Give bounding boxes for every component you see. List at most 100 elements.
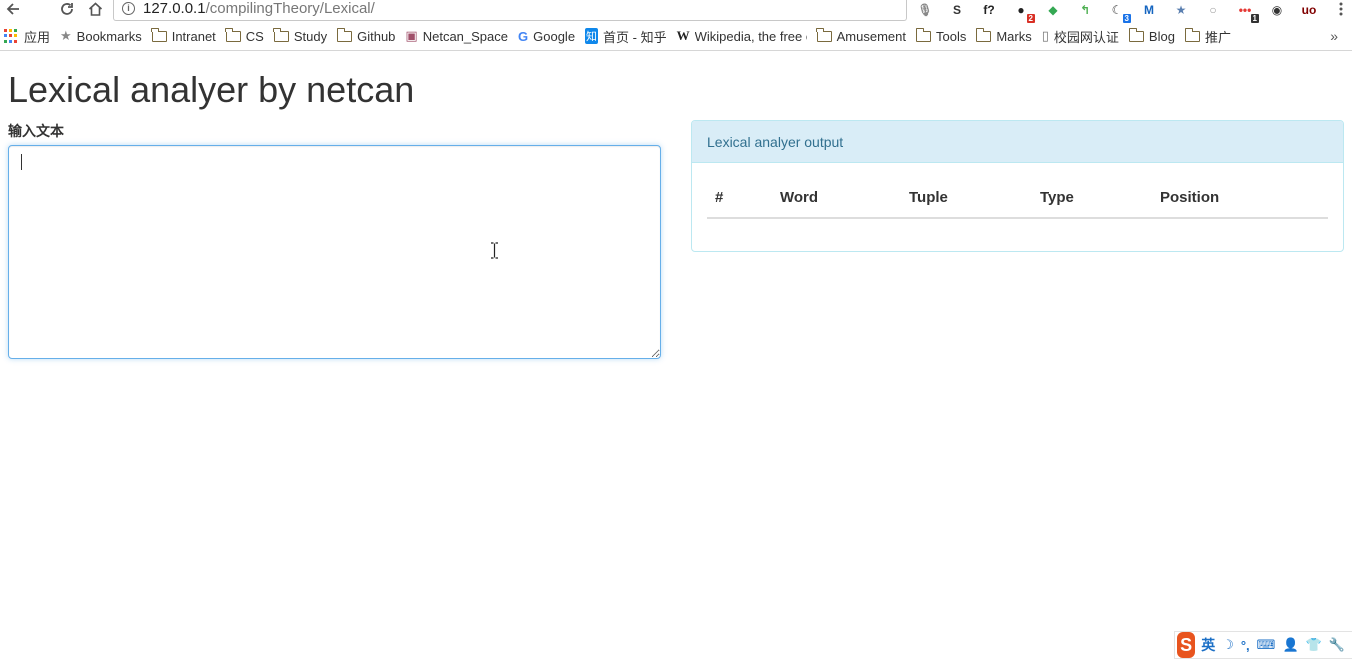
output-panel-body: # Word Tuple Type Position: [692, 163, 1343, 234]
bookmark-item[interactable]: 推广: [1184, 27, 1231, 46]
home-icon[interactable]: [85, 0, 105, 18]
bookmark-label: Amusement: [836, 28, 906, 44]
output-table-header: # Word Tuple Type Position: [707, 178, 1328, 219]
ibeam-cursor-icon: [491, 242, 498, 259]
bookmark-label: Github: [357, 28, 396, 44]
ublock-icon-glyph: uo: [1301, 3, 1317, 17]
folder-icon: [1184, 27, 1200, 42]
extension-icons: 🎙 Sf? ● 2 ◆ ↰ ☾ 3 M ★ ○ ••• 1 ◉ uo: [916, 0, 1332, 23]
google-icon: G: [518, 28, 529, 44]
circle-extension-icon[interactable]: ○: [1204, 2, 1222, 18]
bookmark-label: 首页 - 知乎: [603, 29, 667, 45]
ublock-icon[interactable]: uo: [1300, 2, 1318, 18]
browser-chrome: i 127.0.0.1/compilingTheory/Lexical/ 🎙 Sf…: [0, 0, 1352, 51]
extension-badge: 3: [1122, 14, 1131, 23]
output-panel: Lexical analyer output # Word Tuple Type Pos…: [691, 120, 1344, 252]
address-bar[interactable]: i 127.0.0.1/compilingTheory/Lexical/: [113, 0, 907, 21]
keyboard-icon[interactable]: ⌨: [1257, 637, 1276, 653]
s-extension-icon[interactable]: S: [948, 2, 966, 18]
settings-wrench-icon[interactable]: 🔧: [1329, 637, 1345, 653]
star-icon: ★: [60, 28, 72, 43]
bookmark-label: 推广: [1204, 29, 1231, 45]
mic-icon-glyph: 🎙: [917, 3, 933, 17]
bookmark-label: Intranet: [171, 28, 216, 44]
f-extension-icon[interactable]: f?: [980, 2, 998, 18]
reload-icon[interactable]: [57, 0, 77, 18]
ime-logo-icon[interactable]: S: [1177, 632, 1196, 658]
circle-extension-icon-glyph: ○: [1209, 3, 1217, 17]
skin-icon[interactable]: 👕: [1306, 637, 1322, 653]
bookmark-label: 校园网认证: [1053, 29, 1119, 45]
text-caret: [21, 154, 22, 170]
bookmark-label: Netcan_Space: [422, 28, 508, 44]
folder-icon: [225, 27, 241, 42]
extension-badge: 2: [1026, 14, 1035, 23]
bookmark-label: 应用: [24, 29, 51, 45]
camera-extension-icon[interactable]: ◉: [1268, 2, 1286, 18]
chat-extension-icon[interactable]: ● 2: [1012, 2, 1035, 23]
bookmark-item[interactable]: ▣ Netcan_Space: [405, 28, 508, 44]
bookmark-item[interactable]: 应用: [4, 27, 50, 46]
ime-mode-toggle[interactable]: 英: [1201, 635, 1215, 655]
punctuation-icon[interactable]: °,: [1241, 638, 1250, 653]
bookmark-item[interactable]: Tools: [915, 27, 967, 44]
star-extension-icon[interactable]: ★: [1172, 2, 1190, 18]
output-panel-heading: Lexical analyer output: [692, 121, 1343, 163]
column-header[interactable]: Type: [1032, 178, 1152, 219]
column-header[interactable]: #: [707, 178, 772, 219]
bookmark-label: Study: [293, 28, 328, 44]
bookmark-item[interactable]: W Wikipedia, the free e: [677, 28, 807, 44]
bookmark-label: Blog: [1148, 28, 1175, 44]
bookmark-label: Google: [533, 28, 576, 44]
folder-icon: [336, 27, 353, 42]
bookmark-label: CS: [245, 28, 264, 44]
dots-extension-icon[interactable]: ••• 1: [1236, 2, 1259, 23]
camera-extension-icon-glyph: ◉: [1271, 3, 1283, 17]
colorful-extension-icon-glyph: ◆: [1048, 3, 1058, 17]
colorful-extension-icon[interactable]: ◆: [1044, 2, 1062, 18]
bookmark-label: Tools: [935, 28, 967, 44]
column-header[interactable]: Word: [772, 178, 901, 219]
m-extension-icon[interactable]: M: [1140, 2, 1158, 18]
user-icon[interactable]: 👤: [1282, 637, 1298, 653]
bookmark-item[interactable]: ★ Bookmarks: [60, 28, 142, 44]
dots-extension-icon-glyph: •••: [1238, 3, 1252, 17]
bookmark-item[interactable]: Study: [273, 27, 328, 44]
moon-icon[interactable]: ☽: [1222, 637, 1234, 653]
input-label: 输入文本: [8, 123, 64, 139]
url-host: 127.0.0.1: [143, 0, 206, 17]
zhihu-icon: 知: [585, 28, 599, 44]
bookmark-item[interactable]: CS: [225, 27, 264, 44]
bookmark-label: Marks: [996, 28, 1032, 44]
bookmark-item[interactable]: Github: [336, 27, 396, 44]
source-text-input[interactable]: [8, 145, 661, 359]
site-info-icon[interactable]: i: [122, 2, 135, 15]
bookmark-item[interactable]: ▯ 校园网认证: [1042, 27, 1119, 46]
bookmark-item[interactable]: Amusement: [816, 27, 906, 44]
wikipedia-icon: W: [676, 28, 690, 43]
m-extension-icon-glyph: M: [1144, 3, 1154, 17]
apps-grid-icon: [4, 29, 18, 43]
arrow-extension-icon-glyph: ↰: [1079, 3, 1091, 17]
arrow-extension-icon[interactable]: ↰: [1076, 2, 1094, 18]
bookmark-item[interactable]: Blog: [1128, 27, 1175, 44]
f-extension-icon-glyph: f?: [983, 3, 995, 17]
bookmark-item[interactable]: G Google: [518, 29, 575, 44]
bookmark-item[interactable]: 知首页 - 知乎: [585, 27, 667, 46]
column-header[interactable]: Position: [1152, 178, 1328, 219]
bookmark-item[interactable]: Marks: [975, 27, 1032, 44]
mic-icon[interactable]: 🎙: [916, 2, 934, 18]
column-header[interactable]: Tuple: [901, 178, 1032, 219]
folder-icon: [273, 27, 289, 42]
url-path: /compilingTheory/Lexical/: [205, 0, 375, 17]
page-title: Lexical analyer by netcan: [8, 69, 415, 110]
more-bookmarks-button[interactable]: »: [1330, 28, 1338, 44]
bookmark-label: Wikipedia, the free e: [694, 28, 807, 44]
bookmarks-bar: 应用 ★ Bookmarks Intranet CS Study Github ▣ Netcan…: [0, 26, 1352, 46]
browser-menu-icon[interactable]: [1331, 0, 1351, 18]
site-favicon-icon: ▣: [405, 28, 418, 43]
star-extension-icon-glyph: ★: [1175, 3, 1187, 17]
moon-extension-icon[interactable]: ☾ 3: [1108, 2, 1131, 23]
bookmark-item[interactable]: Intranet: [151, 27, 216, 44]
back-arrow-icon[interactable]: [3, 0, 23, 18]
